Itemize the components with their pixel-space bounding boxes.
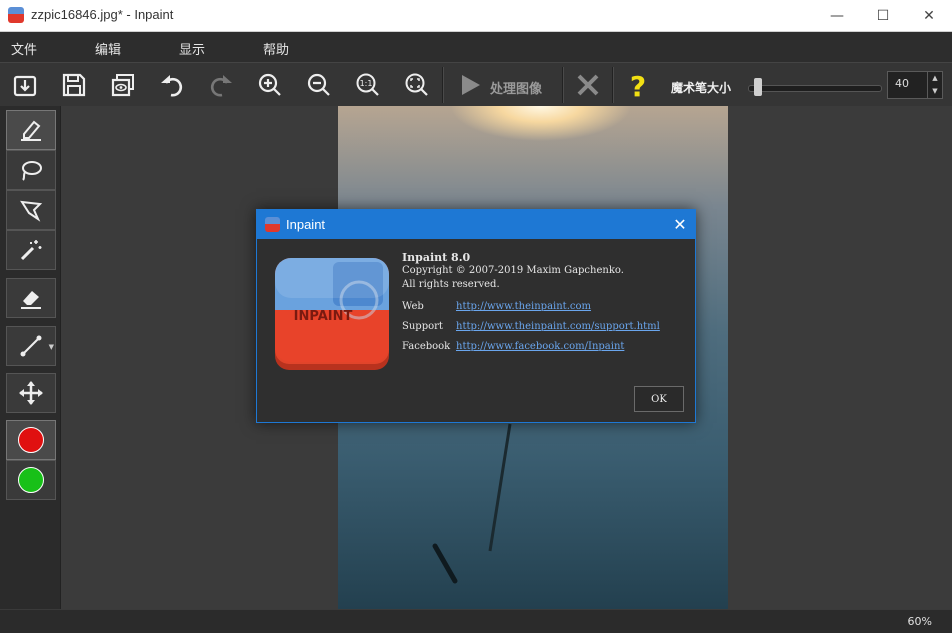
menu-edit[interactable]: 编辑 bbox=[95, 39, 121, 58]
svg-text:1:1: 1:1 bbox=[360, 79, 373, 88]
zoom-actual-size-icon: 1:1 bbox=[356, 73, 379, 96]
minimize-button[interactable]: — bbox=[814, 0, 860, 31]
brush-size-slider-thumb[interactable] bbox=[753, 78, 762, 96]
move-icon bbox=[19, 381, 43, 405]
zoom-in-icon bbox=[258, 73, 281, 96]
lasso-icon bbox=[22, 161, 42, 181]
zoom-in-button[interactable] bbox=[252, 67, 288, 103]
toolbar-separator bbox=[562, 67, 564, 103]
svg-text:INPAINT: INPAINT bbox=[294, 309, 353, 324]
app-icon bbox=[8, 7, 24, 23]
play-icon bbox=[462, 75, 480, 95]
spin-down-icon[interactable]: ▼ bbox=[927, 85, 942, 98]
dialog-title-bar: Inpaint ✕ bbox=[257, 210, 695, 239]
red-color-swatch bbox=[18, 427, 44, 453]
redo-icon bbox=[210, 75, 232, 97]
zoom-level: 60% bbox=[907, 615, 932, 628]
brush-size-label: 魔术笔大小 bbox=[671, 81, 732, 95]
preview-button[interactable] bbox=[105, 67, 141, 103]
eraser-tool-button[interactable] bbox=[6, 278, 56, 318]
brush-size-value[interactable]: 40 bbox=[895, 77, 909, 90]
title-bar: zzpic16846.jpg* - Inpaint — ☐ ✕ bbox=[0, 0, 952, 32]
help-button[interactable]: ? bbox=[620, 67, 656, 103]
app-icon bbox=[265, 217, 280, 232]
preview-icon bbox=[111, 74, 134, 97]
redo-button[interactable] bbox=[203, 67, 239, 103]
open-button[interactable] bbox=[7, 67, 43, 103]
magic-wand-icon bbox=[20, 240, 42, 261]
close-x-icon bbox=[577, 74, 599, 96]
zoom-out-icon bbox=[307, 73, 330, 96]
move-tool-button[interactable] bbox=[6, 373, 56, 413]
open-file-icon bbox=[13, 75, 37, 97]
support-link[interactable]: http://www.theinpaint.com/support.html bbox=[456, 321, 660, 332]
web-link[interactable]: http://www.theinpaint.com bbox=[456, 301, 591, 312]
marker-icon bbox=[21, 120, 41, 141]
actual-size-button[interactable]: 1:1 bbox=[350, 67, 386, 103]
line-tool-button[interactable]: ▼ bbox=[6, 326, 56, 366]
toolbar: 1:1 处理图像 ? 魔术笔大小 40 ▲ ▼ bbox=[0, 62, 952, 108]
marker-tool-button[interactable] bbox=[6, 110, 56, 150]
menu-view[interactable]: 显示 bbox=[179, 39, 205, 58]
zoom-fit-icon bbox=[405, 73, 428, 96]
process-image-button[interactable] bbox=[452, 67, 488, 103]
dialog-title: Inpaint bbox=[286, 217, 326, 232]
eraser-icon bbox=[21, 291, 41, 309]
svg-text:?: ? bbox=[630, 70, 646, 100]
copyright-text: Copyright © 2007-2019 Maxim Gapchenko. bbox=[402, 265, 624, 276]
rights-text: All rights reserved. bbox=[402, 279, 500, 290]
lasso-tool-button[interactable] bbox=[6, 150, 56, 190]
dialog-close-button[interactable]: ✕ bbox=[665, 210, 695, 239]
zoom-out-button[interactable] bbox=[301, 67, 337, 103]
tool-sidebar: ▼ bbox=[0, 106, 61, 609]
brush-size-spinbox[interactable]: 40 ▲ ▼ bbox=[887, 71, 943, 99]
polygon-lasso-tool-button[interactable] bbox=[6, 190, 56, 230]
undo-button[interactable] bbox=[154, 67, 190, 103]
line-icon bbox=[20, 335, 42, 357]
green-color-swatch bbox=[18, 467, 44, 493]
undo-icon bbox=[161, 75, 183, 97]
spin-up-icon[interactable]: ▲ bbox=[927, 72, 942, 85]
menu-bar: 文件 编辑 显示 帮助 bbox=[0, 32, 952, 62]
remove-color-button[interactable] bbox=[6, 420, 56, 460]
about-dialog: Inpaint ✕ INPAINT Inpaint 8.0 Copyright … bbox=[256, 209, 696, 423]
facebook-label: Facebook bbox=[402, 341, 451, 352]
product-version: Inpaint 8.0 bbox=[402, 251, 471, 264]
inpaint-logo: INPAINT bbox=[275, 258, 389, 370]
brush-size-slider[interactable] bbox=[748, 85, 882, 92]
process-image-label[interactable]: 处理图像 bbox=[490, 78, 542, 97]
web-label: Web bbox=[402, 301, 424, 312]
support-label: Support bbox=[402, 321, 443, 332]
polygon-lasso-icon bbox=[20, 200, 43, 222]
menu-file[interactable]: 文件 bbox=[11, 39, 37, 58]
toolbar-separator bbox=[442, 67, 444, 103]
magic-wand-tool-button[interactable] bbox=[6, 230, 56, 270]
toolbar-separator bbox=[612, 67, 614, 103]
question-mark-icon: ? bbox=[630, 70, 646, 100]
close-button[interactable]: ✕ bbox=[906, 0, 952, 31]
window-title: zzpic16846.jpg* - Inpaint bbox=[31, 7, 174, 22]
facebook-link[interactable]: http://www.facebook.com/Inpaint bbox=[456, 341, 624, 352]
fit-window-button[interactable] bbox=[399, 67, 435, 103]
save-icon bbox=[62, 73, 86, 97]
maximize-button[interactable]: ☐ bbox=[860, 0, 906, 31]
menu-help[interactable]: 帮助 bbox=[263, 39, 289, 58]
ok-button[interactable]: OK bbox=[634, 386, 684, 412]
clear-selection-button[interactable] bbox=[570, 67, 606, 103]
status-bar: 60% bbox=[0, 609, 952, 633]
save-button[interactable] bbox=[56, 67, 92, 103]
chevron-down-icon[interactable]: ▼ bbox=[49, 343, 54, 351]
keep-color-button[interactable] bbox=[6, 460, 56, 500]
